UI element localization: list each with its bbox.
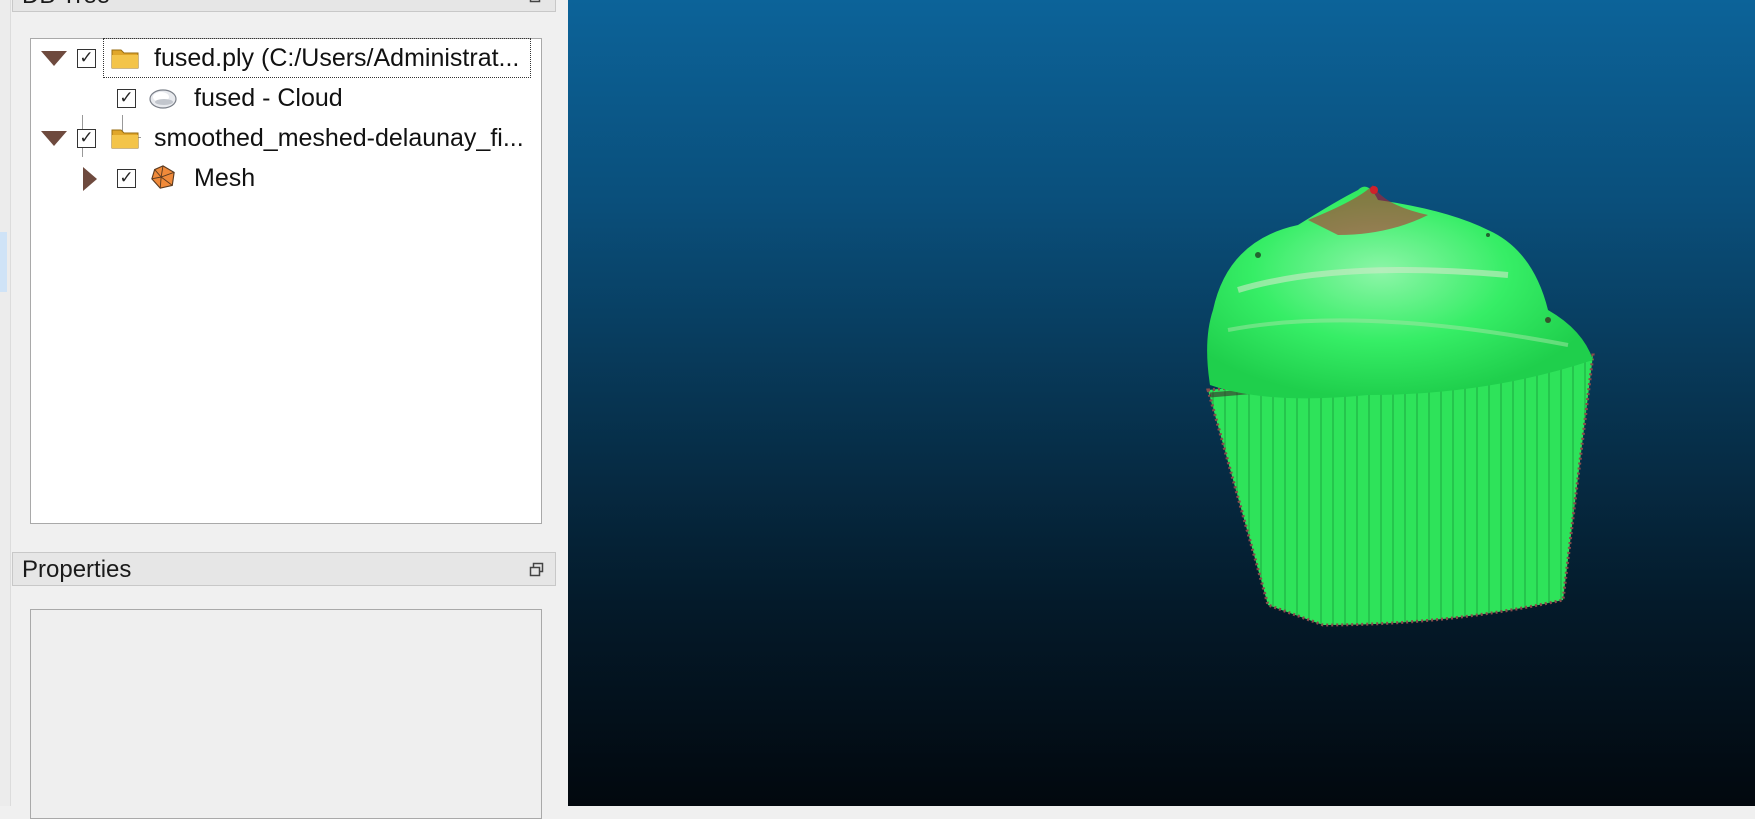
undock-icon[interactable] xyxy=(529,0,545,4)
db-tree-title-bar[interactable]: DB Tree xyxy=(12,0,556,12)
properties-title: Properties xyxy=(22,556,132,583)
collapse-arrow-icon[interactable] xyxy=(41,51,67,66)
cupcake-point-cloud xyxy=(1206,185,1595,627)
tree-item-fused-cloud[interactable]: ✓ fused - Cloud xyxy=(31,79,541,119)
left-dock-panel: DB Tree ✓ fused.ply (C:/Users/Administra… xyxy=(0,0,568,819)
folder-icon xyxy=(111,129,139,149)
tree-item-mesh[interactable]: ✓ Mesh xyxy=(31,159,541,199)
3d-viewport[interactable] xyxy=(568,0,1755,806)
mesh-icon xyxy=(151,165,175,189)
visibility-checkbox[interactable]: ✓ xyxy=(77,129,96,148)
tree-item-label: smoothed_meshed-delaunay_fi... xyxy=(154,124,524,152)
properties-title-bar[interactable]: Properties xyxy=(12,552,556,586)
visibility-checkbox[interactable]: ✓ xyxy=(117,89,136,108)
db-tree-view[interactable]: ✓ fused.ply (C:/Users/Administrat... ✓ f… xyxy=(30,38,542,524)
left-toolbar-edge xyxy=(0,0,11,806)
visibility-checkbox[interactable]: ✓ xyxy=(77,49,96,68)
dock-splitter[interactable] xyxy=(556,0,568,806)
tree-item-fused-ply[interactable]: ✓ fused.ply (C:/Users/Administrat... xyxy=(31,38,541,79)
tree-item-label: Mesh xyxy=(194,164,256,192)
tree-item-label: fused.ply (C:/Users/Administrat... xyxy=(154,44,520,72)
point-cloud-icon xyxy=(149,89,177,109)
undock-icon[interactable] xyxy=(529,562,545,578)
properties-view[interactable] xyxy=(30,609,542,819)
tree-item-smoothed-mesh-file[interactable]: ✓ smoothed_meshed-delaunay_fi... xyxy=(31,119,541,159)
visibility-checkbox[interactable]: ✓ xyxy=(117,169,136,188)
db-tree-title: DB Tree xyxy=(22,0,110,10)
expand-arrow-icon[interactable] xyxy=(83,167,97,191)
tree-item-label: fused - Cloud xyxy=(194,84,343,112)
left-edge-highlight xyxy=(0,232,7,292)
collapse-arrow-icon[interactable] xyxy=(41,131,67,146)
